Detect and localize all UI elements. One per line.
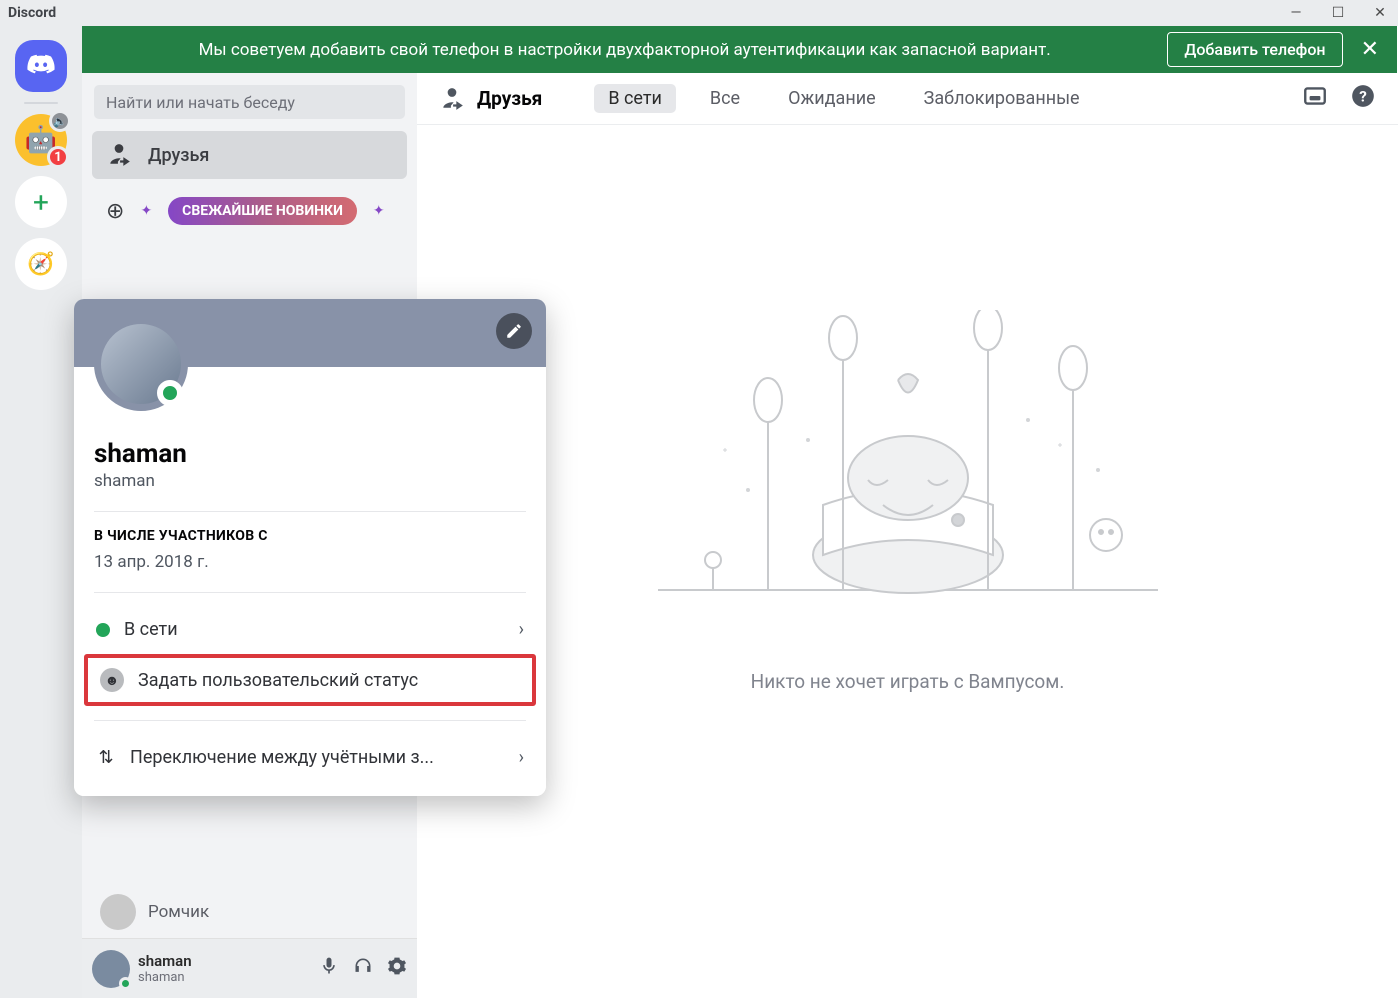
chevron-right-icon: › (519, 747, 524, 768)
sparkle-icon: ✦ (373, 203, 385, 219)
status-text: В сети (124, 619, 178, 640)
custom-status-label: Задать пользовательский статус (138, 670, 418, 691)
home-button[interactable] (15, 40, 67, 92)
nitro-pill-label: СВЕЖАЙШИЕ НОВИНКИ (168, 197, 357, 225)
divider (94, 592, 526, 593)
user-panel-name: shaman (138, 952, 192, 970)
profile-avatar (94, 317, 188, 411)
server-item[interactable]: 🤖 🔈 1 (15, 114, 67, 166)
edit-profile-button[interactable] (496, 313, 532, 349)
app-title: Discord (8, 5, 56, 21)
search-placeholder: Найти или начать беседу (106, 93, 295, 112)
maximize-button[interactable]: ☐ (1328, 5, 1348, 21)
sparkle-icon: ✦ (140, 203, 152, 219)
help-icon: ? (1350, 83, 1376, 109)
tab-online[interactable]: В сети (594, 84, 676, 113)
pencil-icon (505, 322, 523, 340)
set-custom-status-button[interactable]: ☻ Задать пользовательский статус (84, 654, 536, 706)
wave-icon (439, 86, 465, 112)
svg-text:?: ? (1359, 87, 1367, 105)
window-controls: — ☐ ✕ (1286, 5, 1390, 21)
member-since-value: 13 апр. 2018 г. (94, 552, 526, 572)
profile-display-name: shaman (94, 439, 526, 469)
inbox-button[interactable] (1302, 83, 1328, 115)
add-server-button[interactable]: + (15, 176, 67, 228)
deafen-button[interactable] (353, 956, 373, 981)
nitro-icon: ⊕ (106, 199, 124, 224)
window-titlebar: Discord — ☐ ✕ (0, 0, 1398, 26)
dm-search-input[interactable]: Найти или начать беседу (94, 85, 405, 119)
divider (94, 511, 526, 512)
empty-state-text: Никто не хочет играть с Вампусом. (751, 670, 1065, 693)
status-indicator-icon (119, 977, 132, 990)
explore-servers-button[interactable]: 🧭 (15, 238, 67, 290)
user-panel[interactable]: shaman shaman (82, 938, 417, 998)
profile-popout: shaman shaman В ЧИСЛЕ УЧАСТНИКОВ С 13 ап… (74, 299, 546, 796)
friends-tab[interactable]: Друзья (92, 131, 407, 179)
divider (94, 720, 526, 721)
main-content: Друзья В сети Все Ожидание Заблокированн… (417, 26, 1398, 998)
speaker-badge-icon: 🔈 (49, 110, 71, 132)
dm-name: Ромчик (148, 902, 209, 922)
header-title: Друзья (477, 87, 542, 110)
status-indicator-icon (157, 380, 183, 406)
switch-account-label: Переключение между учётными з... (130, 747, 434, 768)
smiley-icon: ☻ (100, 668, 124, 692)
switch-icon: ⇅ (96, 747, 116, 768)
profile-banner (74, 299, 546, 367)
tab-pending[interactable]: Ожидание (774, 84, 890, 113)
mute-mic-button[interactable] (319, 956, 339, 981)
dm-item[interactable]: Ромчик (92, 888, 407, 936)
notice-text: Мы советуем добавить свой телефон в наст… (100, 40, 1149, 60)
gear-icon (387, 956, 407, 976)
minimize-button[interactable]: — (1286, 5, 1306, 21)
user-panel-username: shaman (138, 970, 192, 985)
empty-state-illustration (628, 310, 1188, 640)
notice-close-button[interactable]: ✕ (1361, 37, 1379, 62)
plus-icon: + (33, 186, 49, 219)
online-status-icon (96, 623, 110, 637)
help-button[interactable]: ? (1350, 83, 1376, 115)
close-button[interactable]: ✕ (1370, 5, 1390, 21)
headphones-icon (353, 956, 373, 976)
status-picker-button[interactable]: В сети › (94, 609, 526, 650)
member-since-label: В ЧИСЛЕ УЧАСТНИКОВ С (94, 528, 526, 544)
user-settings-button[interactable] (387, 956, 407, 981)
nitro-tab[interactable]: ⊕ ✦ СВЕЖАЙШИЕ НОВИНКИ ✦ (92, 187, 407, 235)
tab-blocked[interactable]: Заблокированные (910, 84, 1094, 113)
switch-account-button[interactable]: ⇅ Переключение между учётными з... › (94, 737, 526, 778)
compass-icon: 🧭 (27, 252, 54, 277)
discord-logo-icon (26, 51, 56, 81)
notice-bar: Мы советуем добавить свой телефон в наст… (82, 26, 1397, 73)
server-separator (24, 102, 58, 104)
tab-all[interactable]: Все (696, 84, 754, 113)
mention-badge: 1 (47, 146, 69, 168)
notice-action-button[interactable]: Добавить телефон (1167, 32, 1342, 67)
chevron-right-icon: › (519, 619, 524, 640)
main-header: Друзья В сети Все Ожидание Заблокированн… (417, 73, 1398, 125)
microphone-icon (319, 956, 339, 976)
wave-icon (106, 142, 132, 168)
friends-label: Друзья (148, 145, 209, 166)
profile-username: shaman (94, 471, 526, 491)
avatar (92, 950, 130, 988)
server-list: 🤖 🔈 1 + 🧭 (0, 26, 82, 998)
avatar (100, 894, 136, 930)
inbox-icon (1302, 83, 1328, 109)
